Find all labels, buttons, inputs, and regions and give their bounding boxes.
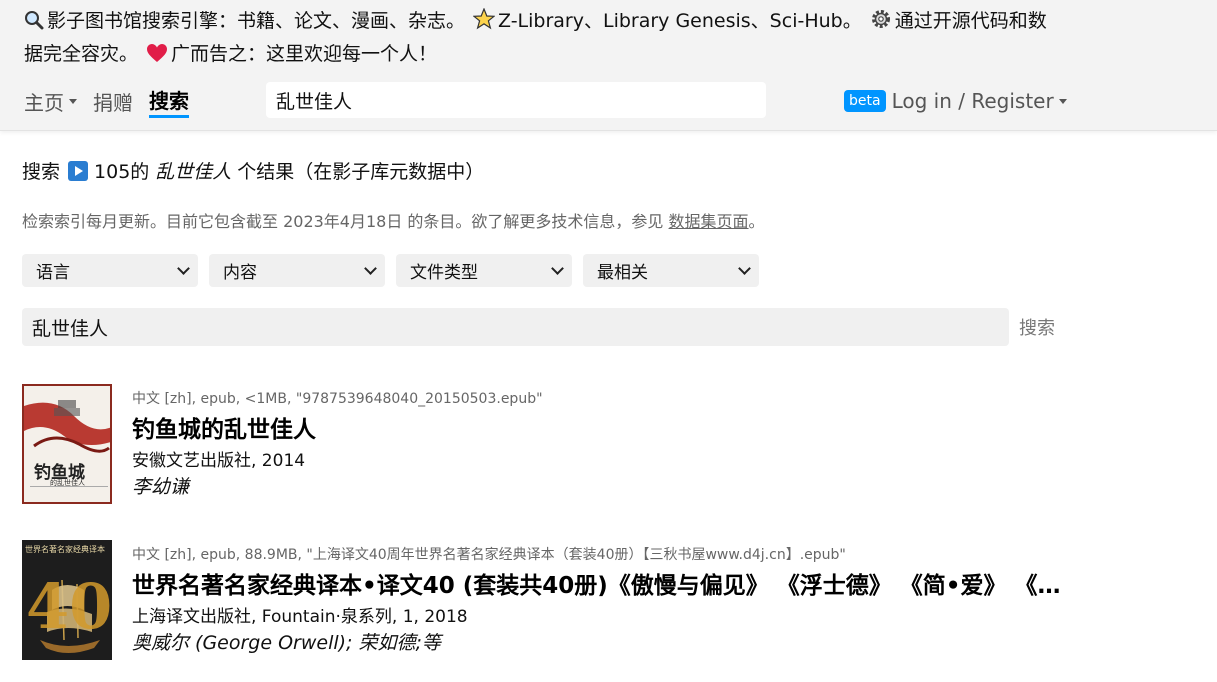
main-search-input[interactable] bbox=[22, 308, 1009, 346]
gear-icon bbox=[870, 8, 892, 39]
index-info-end: 。 bbox=[748, 212, 765, 231]
result-item[interactable]: 钓鱼城 的乱世佳人 中文 [zh], epub, <1MB, "97875396… bbox=[22, 384, 1102, 504]
filter-bar: 语言 内容 文件类型 最相关 bbox=[22, 254, 770, 287]
book-cover-number: 40 bbox=[26, 570, 112, 643]
sort-select-label: 最相关 bbox=[597, 263, 648, 283]
chevron-down-icon bbox=[364, 261, 377, 275]
login-register-link[interactable]: beta Log in / Register bbox=[844, 87, 1067, 115]
nav-search-label: 搜索 bbox=[149, 89, 189, 113]
results-summary: 搜索 105的 乱世佳人 个结果（在影子库元数据中） bbox=[22, 157, 484, 184]
play-icon bbox=[68, 160, 89, 181]
chevron-down-icon bbox=[551, 261, 564, 275]
book-cover-image: 世界名著名家经典译本 40 bbox=[22, 540, 112, 660]
nav-home[interactable]: 主页 bbox=[24, 87, 77, 115]
result-meta: 中文 [zh], epub, <1MB, "9787539648040_2015… bbox=[132, 391, 543, 407]
site-header: 影子图书馆搜索引擎：书籍、论文、漫画、杂志。 Z-Library、Library… bbox=[0, 0, 1217, 131]
caret-down-icon bbox=[69, 98, 77, 104]
result-author: 奥威尔 (George Orwell); 荣如德;等 bbox=[132, 632, 441, 654]
filetype-select-label: 文件类型 bbox=[410, 263, 478, 283]
result-title[interactable]: 钓鱼城的乱世佳人 bbox=[132, 410, 1062, 444]
sort-select[interactable]: 最相关 bbox=[583, 254, 759, 287]
chevron-down-icon bbox=[738, 261, 751, 275]
result-item[interactable]: 世界名著名家经典译本 40 中文 [zh], epub, 88.9MB, "上海… bbox=[22, 540, 1102, 660]
heart-icon bbox=[146, 42, 168, 72]
nav-home-label: 主页 bbox=[24, 90, 64, 115]
book-cover-title: 世界名著名家经典译本 bbox=[25, 545, 105, 554]
result-publisher: 安徽文艺出版社, 2014 bbox=[132, 451, 306, 471]
banner-text-4: 广而告之：这里欢迎每一个人！ bbox=[171, 43, 438, 65]
datasets-link[interactable]: 数据集页面 bbox=[669, 212, 749, 231]
language-select-label: 语言 bbox=[36, 263, 70, 283]
result-meta: 中文 [zh], epub, 88.9MB, "上海译文40周年世界名著名家经典… bbox=[132, 547, 846, 563]
header-search-input[interactable] bbox=[266, 82, 766, 118]
language-select[interactable]: 语言 bbox=[22, 254, 198, 287]
book-cover-subtitle: 的乱世佳人 bbox=[50, 479, 85, 487]
index-info: 检索索引每月更新。目前它包含截至 2023年4月18日 的条目。欲了解更多技术信… bbox=[22, 208, 765, 232]
banner-text-2: Z-Library、Library Genesis、Sci-Hub。 bbox=[498, 10, 862, 32]
chevron-down-icon bbox=[177, 261, 190, 275]
results-suffix: 个结果（在影子库元数据中） bbox=[237, 161, 485, 183]
results-prefix: 搜索 bbox=[22, 161, 61, 183]
nav-search[interactable]: 搜索 bbox=[149, 87, 189, 118]
result-author: 李幼谦 bbox=[132, 476, 190, 498]
book-cover-image: 钓鱼城 的乱世佳人 bbox=[22, 384, 112, 504]
results-query: 乱世佳人 bbox=[155, 161, 232, 183]
login-label: Log in / Register bbox=[891, 89, 1054, 113]
nav-donate-label: 捐赠 bbox=[93, 90, 133, 115]
nav-donate[interactable]: 捐赠 bbox=[93, 87, 133, 115]
star-icon bbox=[472, 7, 496, 39]
result-publisher: 上海译文出版社, Fountain·泉系列, 1, 2018 bbox=[132, 607, 468, 627]
results-count: 105的 bbox=[94, 161, 150, 183]
beta-badge: beta bbox=[844, 90, 886, 112]
main-nav: 主页 捐赠 搜索 bbox=[24, 87, 205, 118]
search-button[interactable]: 搜索 bbox=[1019, 314, 1055, 340]
site-banner: 影子图书馆搜索引擎：书籍、论文、漫画、杂志。 Z-Library、Library… bbox=[24, 6, 1064, 72]
content-select[interactable]: 内容 bbox=[209, 254, 385, 287]
index-info-text: 检索索引每月更新。目前它包含截至 2023年4月18日 的条目。欲了解更多技术信… bbox=[22, 212, 664, 231]
result-title[interactable]: 世界名著名家经典译本•译文40 (套装共40册)《傲慢与偏见》 《浮士德》 《简… bbox=[132, 566, 1062, 600]
banner-text-1: 影子图书馆搜索引擎：书籍、论文、漫画、杂志。 bbox=[47, 10, 466, 32]
magnifier-icon bbox=[24, 9, 44, 39]
filetype-select[interactable]: 文件类型 bbox=[396, 254, 572, 287]
content-select-label: 内容 bbox=[223, 263, 257, 283]
caret-down-icon bbox=[1058, 98, 1067, 104]
